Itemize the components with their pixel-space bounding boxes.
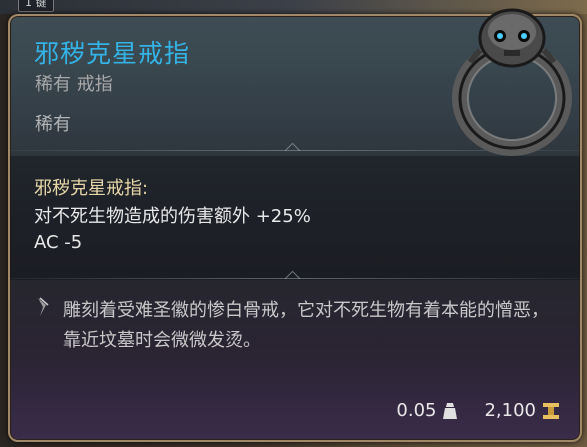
item-footer: 0.05 2,100: [396, 400, 560, 421]
item-description: 雕刻着受难圣徽的惨白骨戒，它对不死生物有着本能的憎恶，靠近坟墓时会微微发烫。: [63, 300, 549, 351]
effect-line: AC -5: [34, 232, 83, 253]
effects-title: 邪秽克星戒指:: [34, 178, 149, 199]
item-type-line: 稀有 戒指: [35, 74, 113, 95]
effect-line: 对不死生物造成的伤害额外 +25%: [34, 206, 311, 227]
divider-bottom: [10, 270, 580, 287]
gold-value: 2,100: [484, 400, 536, 421]
item-name: 邪秽克星戒指: [34, 39, 191, 68]
effects-section: 邪秽克星戒指: 对不死生物造成的伤害额外 +25% AC -5: [10, 156, 580, 280]
weight-icon: [443, 402, 458, 419]
gold-coin-icon: [543, 402, 559, 419]
item-rarity: 稀有: [35, 114, 71, 135]
skull-ring-icon: [452, 8, 572, 156]
quill-icon: [38, 297, 49, 316]
hotkey-hint: 1 键: [18, 0, 54, 12]
weight-value: 0.05: [396, 400, 437, 421]
